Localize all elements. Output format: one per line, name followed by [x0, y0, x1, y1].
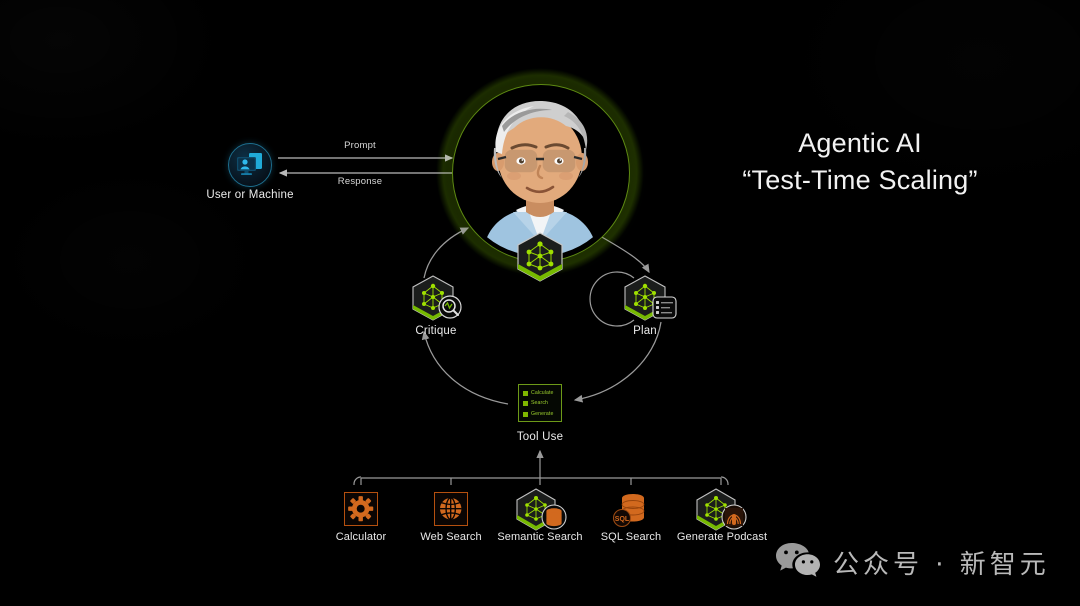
watermark-text: 公众号 · 新智元 — [833, 550, 1050, 580]
tool-use-list-icon: Calculate Search Generate — [518, 384, 562, 422]
svg-text:SQL: SQL — [615, 516, 630, 523]
globe-icon — [434, 492, 468, 526]
cube-checklist-icon — [620, 272, 678, 326]
critique-label: Critique — [415, 325, 457, 337]
tool-use-item-label: Calculate — [531, 389, 554, 396]
tool-label-web-search: Web Search — [420, 531, 482, 543]
plan-label: Plan — [633, 325, 657, 337]
tool-label-generate-podcast: Generate Podcast — [676, 531, 768, 543]
cube-database-icon — [512, 487, 568, 533]
title-line-1: Agentic AI — [798, 128, 922, 158]
neural-network-cube-icon — [512, 230, 568, 284]
cube-magnifier-icon — [408, 272, 464, 326]
slide-canvas: Agentic AI “Test-Time Scaling” User or M… — [0, 0, 1080, 606]
tool-use-item-label: Generate — [531, 410, 554, 417]
tool-use-item: Calculate — [523, 388, 557, 399]
slide-title: Agentic AI “Test-Time Scaling” — [700, 128, 1020, 196]
watermark: 公众号 · 新智元 — [775, 540, 1050, 585]
bullet-square-icon — [523, 411, 528, 417]
gear-icon — [344, 492, 378, 526]
bullet-square-icon — [523, 401, 528, 407]
tool-use-label: Tool Use — [516, 431, 564, 443]
user-monitor-icon — [228, 143, 272, 187]
database-sql-icon: SQL — [608, 489, 654, 533]
prompt-edge-label: Prompt — [344, 140, 376, 151]
cube-microphone-icon — [692, 487, 750, 533]
tool-use-item: Generate — [523, 409, 557, 420]
title-line-2: “Test-Time Scaling” — [742, 165, 978, 195]
tool-label-sql-search: SQL Search — [600, 531, 662, 543]
tool-use-item-label: Search — [531, 400, 549, 407]
tool-label-calculator: Calculator — [335, 531, 387, 543]
tool-use-item: Search — [523, 399, 557, 410]
response-edge-label: Response — [337, 176, 383, 187]
user-or-machine-label: User or Machine — [206, 189, 294, 201]
tool-label-semantic-search: Semantic Search — [497, 531, 583, 543]
bullet-square-icon — [523, 390, 528, 396]
wechat-icon — [775, 540, 821, 585]
